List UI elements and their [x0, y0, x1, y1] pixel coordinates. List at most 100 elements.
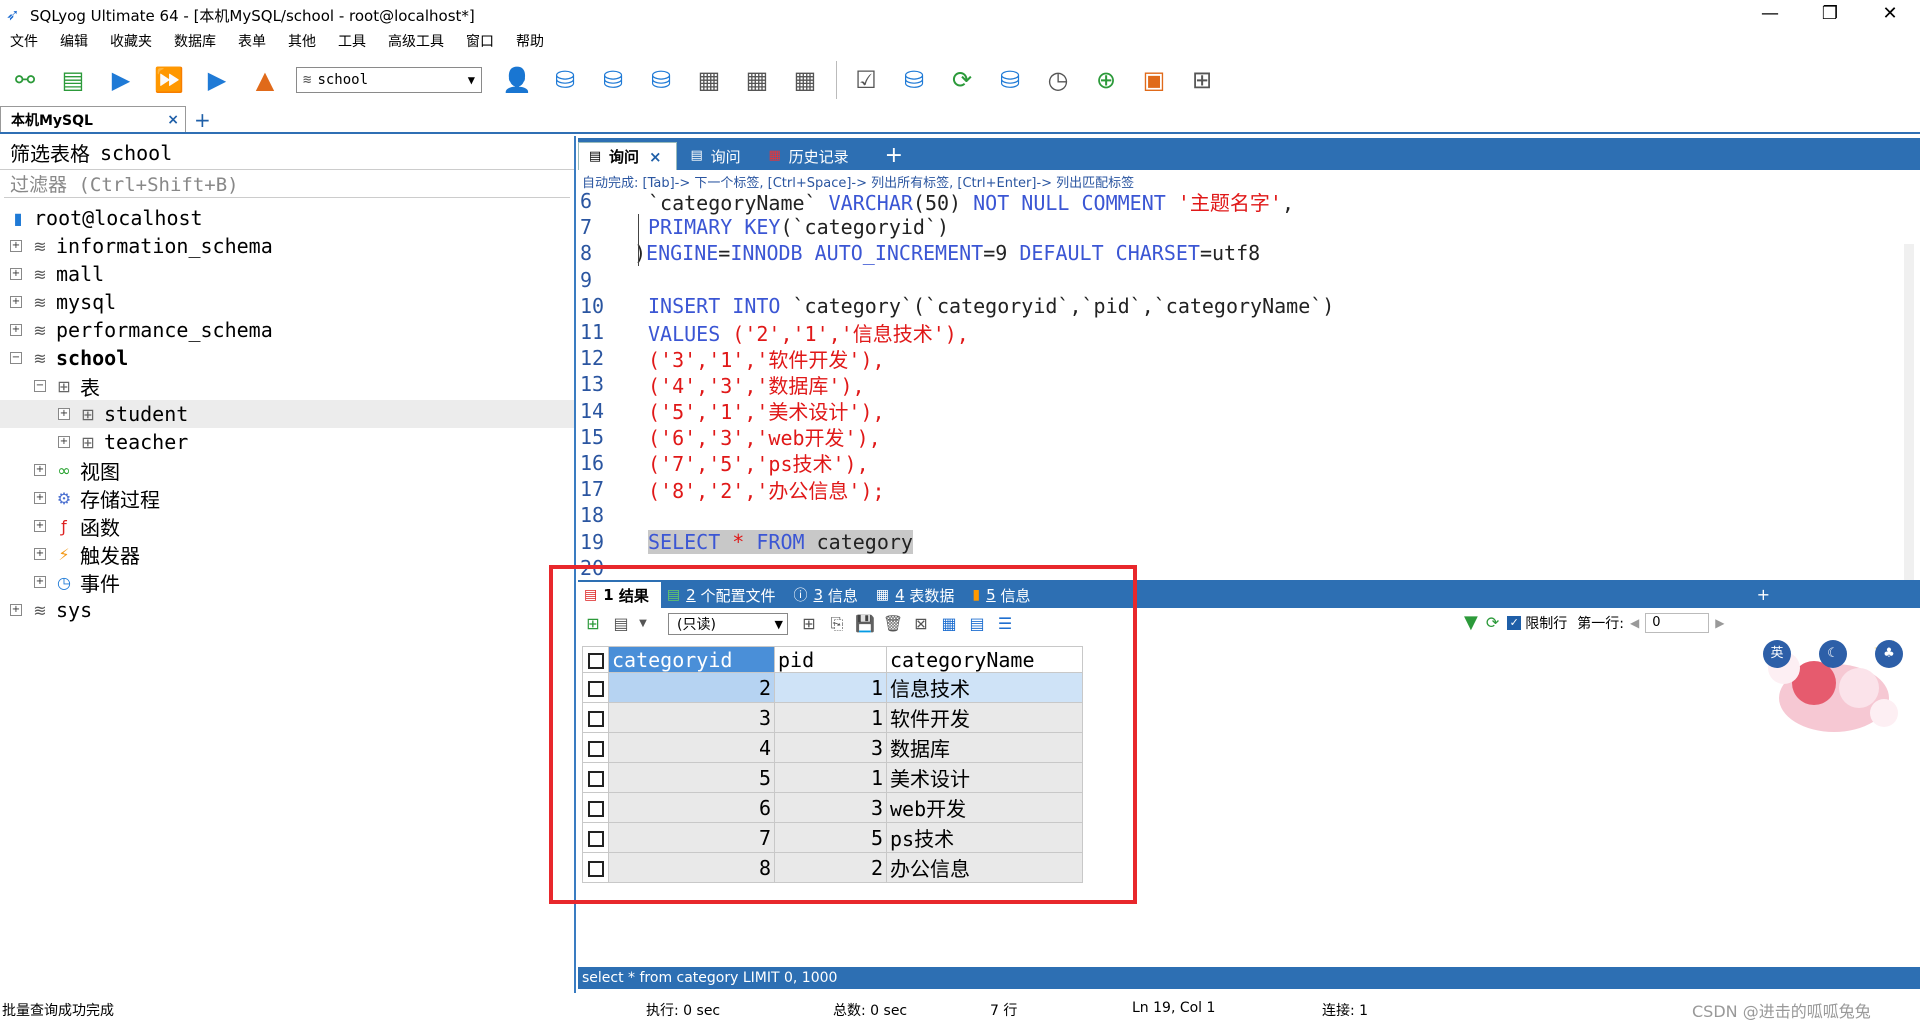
- create-database-icon[interactable]: ⛁: [548, 63, 582, 97]
- limit-rows-checkbox[interactable]: ✓: [1507, 615, 1522, 630]
- filter-icon[interactable]: ▼: [1464, 612, 1478, 633]
- table-row[interactable]: 6 3 web开发: [582, 792, 1083, 824]
- copy-database-icon[interactable]: ⛁: [897, 63, 931, 97]
- row-checkbox[interactable]: [582, 762, 609, 794]
- select-all-checkbox[interactable]: [582, 645, 609, 674]
- export-icon[interactable]: ▤: [610, 613, 632, 635]
- add-row-icon[interactable]: ⊞: [582, 613, 604, 635]
- table-designer-icon[interactable]: ▦: [788, 63, 822, 97]
- tree-node-procedures[interactable]: + ⚙ 存储过程: [0, 484, 574, 512]
- row-checkbox[interactable]: [582, 792, 609, 824]
- refresh-icon[interactable]: ⟳: [1486, 613, 1499, 632]
- expand-icon[interactable]: +: [10, 604, 22, 616]
- cell-pid[interactable]: 1: [774, 762, 887, 794]
- job-agent-icon[interactable]: ⊕: [1089, 63, 1123, 97]
- refresh-icon[interactable]: ⟳: [945, 63, 979, 97]
- cell-pid[interactable]: 5: [774, 822, 887, 854]
- table-row[interactable]: 5 1 美术设计: [582, 762, 1083, 794]
- execute-query-icon[interactable]: ▶: [104, 63, 138, 97]
- table-row[interactable]: 8 2 办公信息: [582, 852, 1083, 884]
- menu-edit[interactable]: 编辑: [60, 31, 88, 51]
- translate-icon[interactable]: 英: [1763, 640, 1791, 668]
- tree-node-teacher[interactable]: + ⊞ teacher: [0, 428, 574, 456]
- schema-designer-icon[interactable]: ▲: [248, 63, 282, 97]
- menu-table[interactable]: 表单: [238, 31, 266, 51]
- column-header[interactable]: categoryName: [886, 645, 1083, 674]
- cell-categoryname[interactable]: 数据库: [886, 732, 1083, 764]
- menu-window[interactable]: 窗口: [466, 31, 494, 51]
- expand-icon[interactable]: +: [10, 240, 22, 252]
- tab-profile[interactable]: ▤ 2 个配置文件: [661, 582, 788, 608]
- tab-messages[interactable]: ⓘ 3 信息: [788, 582, 870, 608]
- tab-query[interactable]: ▤ 询问: [681, 142, 755, 170]
- close-button[interactable]: ✕: [1860, 0, 1920, 30]
- cell-categoryid[interactable]: 5: [608, 762, 775, 794]
- alter-database-icon[interactable]: ⛁: [596, 63, 630, 97]
- scheduler-icon[interactable]: ◷: [1041, 63, 1075, 97]
- row-checkbox[interactable]: [582, 852, 609, 884]
- expand-icon[interactable]: +: [10, 296, 22, 308]
- grid-view-icon[interactable]: ▦: [938, 613, 960, 635]
- restore-button[interactable]: ❐: [1800, 0, 1860, 30]
- table-row[interactable]: 3 1 软件开发: [582, 702, 1083, 734]
- delete-icon[interactable]: 🗑: [882, 613, 904, 635]
- data-sync-icon[interactable]: ⛁: [993, 63, 1027, 97]
- cell-categoryid[interactable]: 3: [608, 702, 775, 734]
- cell-categoryid[interactable]: 2: [608, 672, 775, 704]
- new-connection-icon[interactable]: ⚯: [8, 63, 42, 97]
- tree-node-views[interactable]: + ∞ 视图: [0, 456, 574, 484]
- query-builder-icon[interactable]: ▣: [1137, 63, 1171, 97]
- collapse-icon[interactable]: −: [34, 380, 46, 392]
- result-mode-select[interactable]: (只读) ▼: [668, 613, 788, 635]
- tree-node-school[interactable]: − ≋ school: [0, 344, 574, 372]
- table-row[interactable]: 7 5 ps技术: [582, 822, 1083, 854]
- cell-categoryname[interactable]: 软件开发: [886, 702, 1083, 734]
- cell-pid[interactable]: 3: [774, 792, 887, 824]
- expand-icon[interactable]: +: [34, 492, 46, 504]
- cell-pid[interactable]: 1: [774, 702, 887, 734]
- expand-icon[interactable]: +: [10, 324, 22, 336]
- expand-icon[interactable]: +: [10, 268, 22, 280]
- column-header[interactable]: categoryid: [608, 645, 775, 674]
- row-checkbox[interactable]: [582, 672, 609, 704]
- row-checkbox[interactable]: [582, 822, 609, 854]
- tab-query-active[interactable]: ▤ 询问 ×: [578, 142, 677, 170]
- execute-edit-icon[interactable]: ▶: [200, 63, 234, 97]
- cell-pid[interactable]: 3: [774, 732, 887, 764]
- row-checkbox[interactable]: [582, 702, 609, 734]
- table-data-icon[interactable]: ▦: [740, 63, 774, 97]
- editor-scrollbar[interactable]: [1904, 244, 1914, 580]
- night-mode-icon[interactable]: ☾: [1819, 640, 1847, 668]
- expand-icon[interactable]: +: [58, 436, 70, 448]
- next-page-icon[interactable]: ▶: [1715, 616, 1724, 630]
- cell-categoryname[interactable]: 美术设计: [886, 762, 1083, 794]
- chevron-down-icon[interactable]: ▼: [638, 613, 648, 635]
- cancel-changes-icon[interactable]: ⊠: [910, 613, 932, 635]
- minimize-button[interactable]: —: [1740, 0, 1800, 30]
- menu-favorites[interactable]: 收藏夹: [110, 31, 152, 51]
- menu-other[interactable]: 其他: [288, 31, 316, 51]
- duplicate-row-icon[interactable]: ⎘: [826, 613, 848, 635]
- first-row-input[interactable]: 0: [1645, 612, 1710, 633]
- tree-node-sys[interactable]: + ≋ sys: [0, 596, 574, 624]
- tree-node-student[interactable]: + ⊞ student: [0, 400, 574, 428]
- filter-input[interactable]: 过滤器 (Ctrl+Shift+B): [4, 170, 570, 198]
- cell-pid[interactable]: 1: [774, 672, 887, 704]
- cell-categoryid[interactable]: 6: [608, 792, 775, 824]
- collapse-icon[interactable]: −: [10, 352, 22, 364]
- backup-database-icon[interactable]: ⛁: [644, 63, 678, 97]
- add-result-tab-button[interactable]: +: [1757, 582, 1770, 608]
- tree-node-tables[interactable]: − ⊞ 表: [0, 372, 574, 400]
- connection-tab[interactable]: 本机MySQL ×: [0, 106, 186, 132]
- tree-node-triggers[interactable]: + ⚡ 触发器: [0, 540, 574, 568]
- schema-compare-icon[interactable]: ⊞: [1185, 63, 1219, 97]
- cell-categoryid[interactable]: 7: [608, 822, 775, 854]
- user-manager-icon[interactable]: 👤: [500, 63, 534, 97]
- table-row[interactable]: 2 1 信息技术: [582, 672, 1083, 704]
- expand-icon[interactable]: +: [34, 520, 46, 532]
- column-header[interactable]: pid: [774, 645, 887, 674]
- form-view-icon[interactable]: ▤: [966, 613, 988, 635]
- import-table-icon[interactable]: ▦: [692, 63, 726, 97]
- tab-info[interactable]: ▮ 5 信息: [966, 582, 1042, 608]
- new-query-icon[interactable]: ▤: [56, 63, 90, 97]
